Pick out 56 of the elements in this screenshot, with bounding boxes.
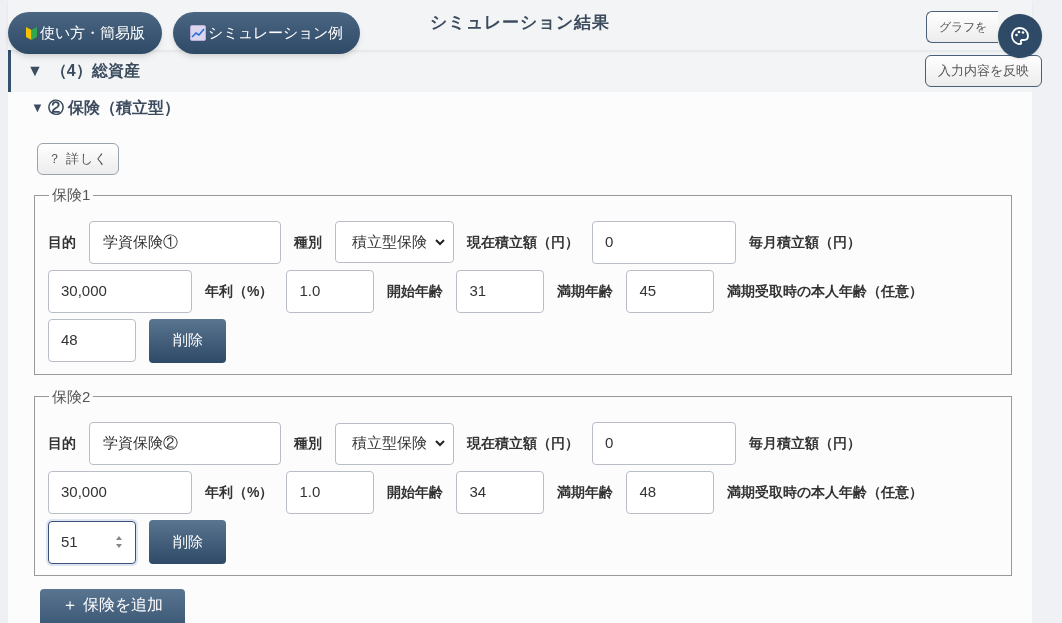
- field-label: 満期年齢: [557, 281, 614, 301]
- input-field[interactable]: 34: [456, 471, 545, 514]
- field-label: 開始年齢: [387, 483, 444, 502]
- palette-icon: [1010, 26, 1030, 46]
- add-policy-button[interactable]: ＋ 保険を追加: [40, 589, 185, 623]
- field-label: 満期受取時の本人年齢（任意）: [727, 483, 924, 502]
- collapse-toggle[interactable]: ▼: [31, 98, 44, 118]
- delete-button[interactable]: 削除: [149, 520, 226, 564]
- spinner-icon[interactable]: [115, 534, 123, 550]
- guide-pill-button[interactable]: 使い方・簡易版: [8, 12, 162, 54]
- field-label: 種別: [294, 434, 322, 453]
- field-label: 現在積立額（円）: [467, 232, 579, 252]
- delete-button[interactable]: 削除: [149, 318, 226, 363]
- input-field[interactable]: 1.0: [286, 471, 375, 514]
- field-label: 年利（%）: [205, 483, 274, 502]
- caret-icon: [435, 238, 445, 246]
- input-field[interactable]: 0: [592, 422, 736, 465]
- field-label: 満期受取時の本人年齢（任意）: [727, 281, 924, 301]
- field-label: 毎月積立額（円）: [749, 434, 861, 453]
- field-label: 満期年齢: [557, 483, 614, 502]
- input-field[interactable]: 学資保険①: [89, 220, 281, 264]
- type-select[interactable]: 積立型保険: [335, 221, 454, 263]
- input-field[interactable]: 51: [48, 520, 136, 564]
- field-label: 現在積立額（円）: [467, 434, 579, 453]
- input-field[interactable]: 48: [626, 471, 715, 514]
- input-field[interactable]: 学資保険②: [89, 422, 281, 465]
- field-label: 開始年齢: [387, 281, 444, 301]
- chart-icon: [190, 25, 206, 41]
- input-field[interactable]: 0: [592, 220, 736, 264]
- field-label: 年利（%）: [205, 281, 274, 301]
- subsection-title: ② 保険（積立型）: [47, 98, 181, 118]
- input-field[interactable]: 48: [48, 319, 136, 362]
- details-button[interactable]: ？ 詳しく: [37, 143, 119, 175]
- guide-pill-button[interactable]: シミュレーション例: [173, 12, 360, 54]
- input-field[interactable]: 45: [626, 269, 715, 313]
- field-label: 毎月積立額（円）: [749, 232, 861, 252]
- input-field[interactable]: 30,000: [48, 471, 192, 514]
- select-value: 積立型保険: [352, 433, 427, 454]
- group-legend: 保険2: [49, 385, 94, 408]
- field-label: 種別: [294, 232, 322, 252]
- apply-input-button[interactable]: 入力内容を反映: [925, 55, 1042, 87]
- select-value: 積立型保険: [352, 231, 427, 252]
- collapse-toggle[interactable]: ▼: [27, 59, 43, 83]
- type-select[interactable]: 積立型保険: [335, 422, 454, 465]
- group-legend: 保険1: [49, 184, 94, 207]
- page-title: シミュレーション結果: [430, 12, 610, 34]
- graph-button[interactable]: グラフを: [926, 11, 998, 43]
- field-label: 目的: [48, 232, 76, 252]
- section-title: （4）総資産: [50, 61, 140, 81]
- beginner-mark-icon: [25, 25, 38, 41]
- input-field[interactable]: 31: [456, 269, 545, 313]
- palette-button[interactable]: [998, 14, 1042, 58]
- field-label: 目的: [48, 434, 76, 453]
- input-field[interactable]: 1.0: [286, 269, 375, 313]
- input-field[interactable]: 30,000: [48, 269, 192, 313]
- caret-icon: [435, 440, 445, 447]
